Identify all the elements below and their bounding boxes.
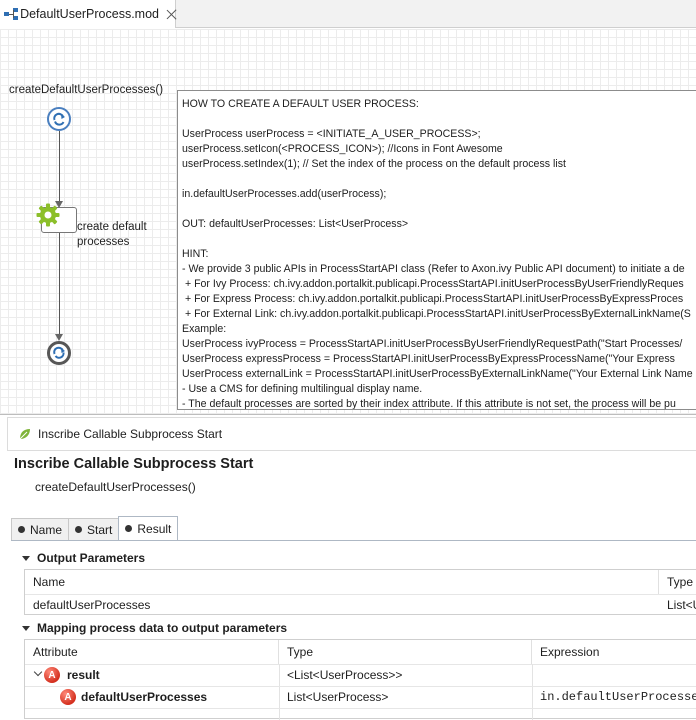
script-step-label: create default processes	[77, 221, 147, 248]
note-line: userProcess.setIndex(1); // Set the inde…	[182, 158, 566, 170]
note-line: UserProcess userProcess = <INITIATE_A_US…	[182, 128, 481, 140]
column-header-expression[interactable]: Expression	[532, 640, 696, 664]
tab-status-dot-icon	[18, 526, 25, 533]
note-line: UserProcess expressProcess = ProcessStar…	[182, 353, 675, 365]
mapping-type-cell[interactable]: List<UserProcess>	[279, 686, 532, 708]
flow-connector[interactable]	[58, 233, 60, 334]
dialog-subtitle: createDefaultUserProcesses()	[35, 480, 196, 494]
end-event-icon	[53, 346, 65, 359]
editor-tab-label: DefaultUserProcess.mod	[20, 7, 160, 21]
column-header-type[interactable]: Type	[279, 640, 532, 664]
start-event-node[interactable]	[47, 107, 71, 131]
tab-status-dot-icon	[125, 525, 133, 532]
note-line: HOW TO CREATE A DEFAULT USER PROCESS:	[182, 98, 419, 110]
tab-result[interactable]: Result	[118, 516, 179, 540]
mapping-attribute-cell[interactable]: result	[59, 664, 279, 686]
column-header-attribute[interactable]: Attribute	[25, 640, 279, 664]
process-canvas[interactable]: createDefaultUserProcesses() create defa…	[0, 29, 696, 414]
mapping-table: Attribute Type Expression A result <List…	[24, 639, 696, 720]
note-line: - Use a CMS for defining multilingual di…	[182, 383, 423, 395]
row-divider	[25, 708, 696, 709]
mapping-expression-cell[interactable]: in.defaultUserProcesses	[532, 686, 696, 708]
dialog-titlebar: Inscribe Callable Subprocess Start	[7, 417, 696, 451]
gear-icon	[36, 203, 60, 227]
tab-name[interactable]: Name	[11, 518, 70, 540]
mapping-attribute-cell[interactable]: defaultUserProcesses	[73, 686, 279, 708]
output-parameters-table: Name Type defaultUserProcesses List<U	[24, 569, 696, 615]
end-event-node[interactable]	[47, 341, 71, 365]
note-line	[182, 112, 696, 127]
arrow-head-icon	[55, 334, 63, 341]
inscription-dialog: Inscribe Callable Subprocess Start Inscr…	[0, 414, 696, 720]
note-line	[182, 172, 696, 187]
process-model-icon	[4, 7, 18, 21]
output-param-type-cell[interactable]: List<U	[659, 594, 696, 616]
note-line: UserProcess ivyProcess = ProcessStartAPI…	[182, 338, 683, 350]
note-line: + For Ivy Process: ch.ivy.addon.portalki…	[182, 278, 684, 290]
column-header-type[interactable]: Type	[659, 570, 696, 594]
process-annotation-note[interactable]: HOW TO CREATE A DEFAULT USER PROCESS: Us…	[177, 90, 696, 410]
tab-start[interactable]: Start	[68, 518, 120, 540]
note-line: + For Express Process: ch.ivy.addon.port…	[182, 293, 684, 305]
attribute-icon: A	[44, 667, 60, 683]
note-line: UserProcess externalLink = ProcessStartA…	[182, 368, 693, 380]
tab-content-divider	[11, 540, 696, 541]
ivy-leaf-icon	[19, 429, 30, 440]
start-event-icon	[53, 112, 65, 126]
note-line: userProcess.setIcon(<PROCESS_ICON>); //I…	[182, 143, 503, 155]
close-icon[interactable]	[166, 9, 175, 20]
inscription-tabs: Name Start Result	[11, 516, 179, 540]
process-start-label: createDefaultUserProcesses()	[9, 84, 164, 96]
note-line	[182, 202, 696, 217]
note-line	[182, 232, 696, 247]
note-line: - We provide 3 public APIs in ProcessSta…	[182, 263, 685, 275]
tab-status-dot-icon	[75, 526, 83, 533]
editor-tab-default-user-process[interactable]: DefaultUserProcess.mod	[0, 0, 176, 28]
note-line: + For External Link: ch.ivy.addon.portal…	[182, 308, 691, 320]
note-line: - The default processes are sorted by th…	[182, 398, 676, 410]
output-param-name-cell[interactable]: defaultUserProcesses	[25, 594, 659, 616]
note-line: Example:	[182, 323, 227, 335]
mapping-expression-cell[interactable]	[532, 664, 696, 686]
output-parameters-section-toggle[interactable]: Output Parameters	[22, 548, 145, 568]
caret-down-icon	[22, 555, 30, 561]
flow-connector[interactable]	[58, 131, 60, 201]
editor-tab-strip: DefaultUserProcess.mod	[0, 0, 696, 28]
mapping-section-toggle[interactable]: Mapping process data to output parameter…	[22, 618, 287, 638]
note-line: HINT:	[182, 248, 209, 260]
note-line: in.defaultUserProcesses.add(userProcess)…	[182, 188, 387, 200]
mapping-type-cell[interactable]: <List<UserProcess>>	[279, 664, 532, 686]
dialog-heading: Inscribe Callable Subprocess Start	[14, 456, 254, 472]
column-header-name[interactable]: Name	[25, 570, 659, 594]
note-line: OUT: defaultUserProcesses: List<UserProc…	[182, 218, 409, 230]
caret-down-icon	[22, 625, 30, 631]
tree-expand-icon[interactable]	[33, 667, 43, 677]
dialog-window-title: Inscribe Callable Subprocess Start	[38, 427, 223, 441]
